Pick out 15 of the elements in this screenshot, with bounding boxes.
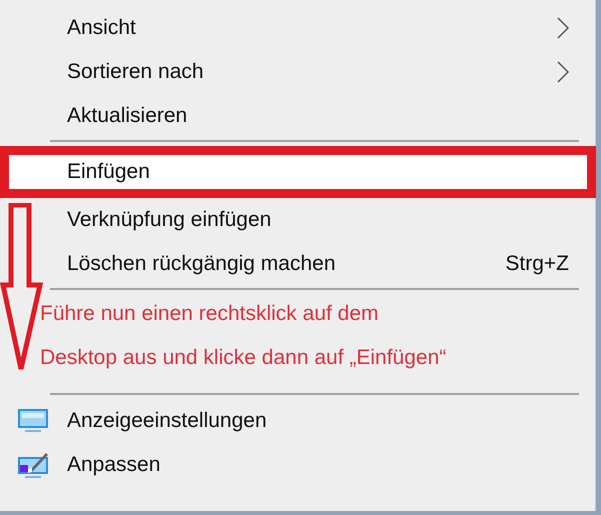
chevron-right-icon: [557, 61, 569, 83]
menu-item[interactable]: Anpassen: [0, 443, 595, 487]
menu-item[interactable]: Anzeigeeinstellungen: [0, 399, 595, 443]
personalize-icon: [18, 451, 48, 479]
menu-item[interactable]: Sortieren nach: [0, 50, 595, 94]
chevron-right-icon: [557, 17, 569, 39]
menu-item[interactable]: Einfügen: [0, 146, 596, 198]
menu-item[interactable]: Aktualisieren: [0, 94, 595, 138]
menu-item[interactable]: Löschen rückgängig machen Strg+Z: [0, 242, 595, 286]
instruction-text: Desktop aus und klicke dann auf „Einfügen“: [40, 345, 448, 371]
monitor-icon: [18, 409, 48, 433]
shortcut-text: Strg+Z: [505, 252, 569, 276]
menu-item[interactable]: Ansicht: [0, 6, 595, 50]
instruction-text: Führe nun einen rechtsklick auf dem: [40, 301, 380, 327]
menu-item[interactable]: Verknüpfung einfügen: [0, 198, 595, 242]
